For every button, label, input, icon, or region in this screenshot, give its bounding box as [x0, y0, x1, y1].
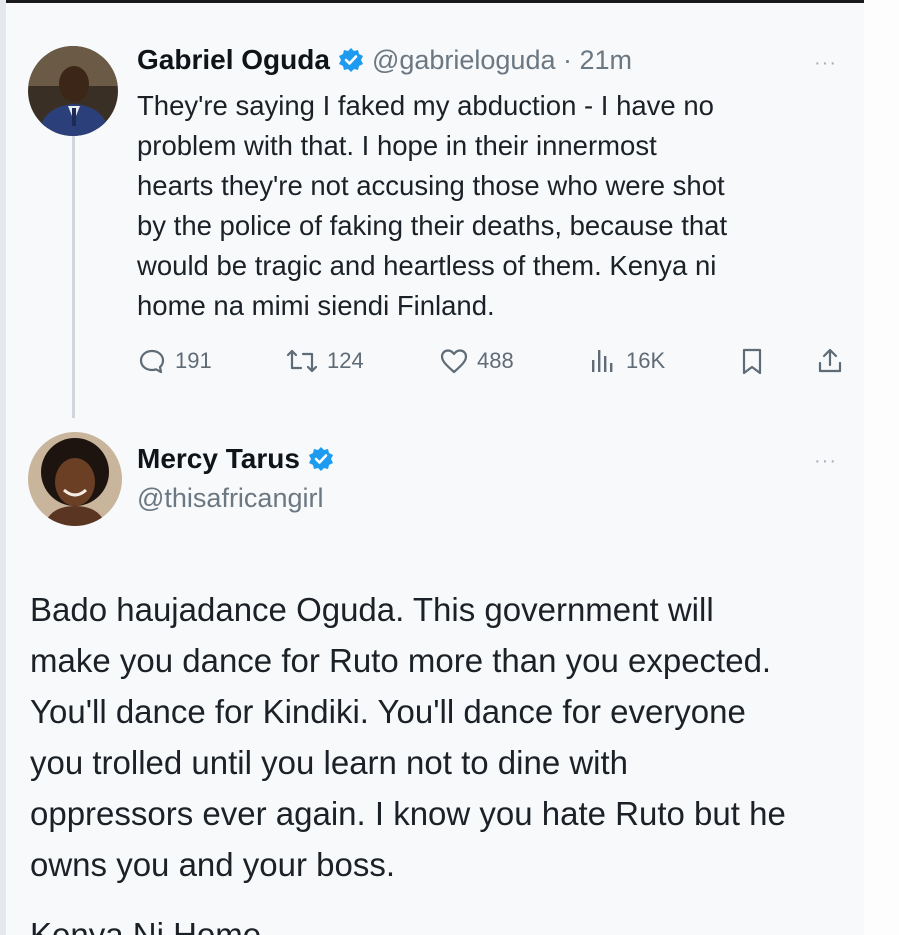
tweet1-handle-time[interactable]: @gabrieloguda · 21m — [372, 45, 632, 76]
tweet2-cut-off-line: Kenya Ni Home — [30, 916, 262, 935]
heart-icon — [440, 349, 468, 374]
tweet2-line: you trolled until you learn not to dine … — [30, 744, 629, 781]
tweet1-line: problem with that. I hope in their inner… — [137, 130, 657, 161]
reply-count: 191 — [175, 348, 212, 373]
tweet2-header: Mercy Tarus — [137, 443, 334, 475]
tweet2-line: owns you and your boss. — [30, 846, 396, 883]
retweet-icon — [286, 349, 318, 373]
tweet2-text: Bado haujadance Oguda. This government w… — [30, 584, 786, 890]
tweet1-line: would be tragic and heartless of them. K… — [137, 250, 717, 281]
share-icon — [818, 348, 842, 373]
retweet-count: 124 — [327, 348, 364, 373]
tweet1-action-bar: 191 124 488 16K — [137, 346, 857, 382]
like-button[interactable]: 488 — [439, 346, 514, 376]
retweet-button[interactable]: 124 — [285, 346, 364, 376]
avatar-mercy-tarus[interactable] — [28, 432, 122, 526]
tweet2-handle[interactable]: @thisafricangirl — [137, 483, 323, 514]
tweet2-line: oppressors ever again. I know you hate R… — [30, 795, 786, 832]
tweet1-more-icon[interactable]: ··· — [814, 52, 837, 75]
views-button[interactable]: 16K — [588, 346, 665, 376]
tweet1-header: Gabriel Oguda @gabrieloguda · 21m — [137, 44, 632, 76]
views-count: 16K — [626, 348, 666, 373]
tweet1-line: hearts they're not accusing those who we… — [137, 170, 725, 201]
tweet1-text: They're saying I faked my abduction - I … — [137, 86, 727, 326]
tweet1-author-name[interactable]: Gabriel Oguda — [137, 44, 330, 76]
reply-icon — [139, 349, 165, 374]
thread-connector-line — [72, 132, 75, 418]
analytics-icon — [592, 350, 613, 372]
reply-button[interactable]: 191 — [137, 346, 212, 376]
avatar-gabriel-oguda[interactable] — [28, 46, 118, 136]
verified-badge-icon — [338, 47, 364, 73]
verified-badge-icon — [308, 446, 334, 472]
tweet2-author-name[interactable]: Mercy Tarus — [137, 443, 300, 475]
tweet2-more-icon[interactable]: ··· — [814, 450, 837, 473]
top-border — [6, 0, 864, 3]
tweet1-line: They're saying I faked my abduction - I … — [137, 90, 714, 121]
bookmark-button[interactable] — [737, 346, 767, 376]
like-count: 488 — [477, 348, 514, 373]
bookmark-icon — [742, 348, 762, 375]
tweet2-line: Bado haujadance Oguda. This government w… — [30, 591, 714, 628]
tweet2-line: make you dance for Ruto more than you ex… — [30, 642, 772, 679]
right-margin — [864, 0, 899, 935]
tweet1-line: home na mimi siendi Finland. — [137, 290, 495, 321]
tweet2-line: You'll dance for Kindiki. You'll dance f… — [30, 693, 746, 730]
tweet-thread-panel: Gabriel Oguda @gabrieloguda · 21m ··· Th… — [6, 0, 864, 935]
tweet1-line: by the police of faking their deaths, be… — [137, 210, 728, 241]
share-button[interactable] — [815, 346, 845, 376]
